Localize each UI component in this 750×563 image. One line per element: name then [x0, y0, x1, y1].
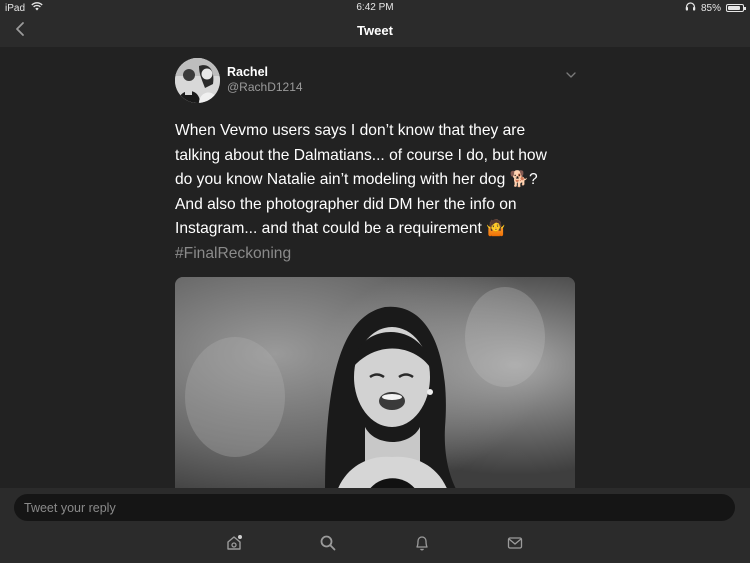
author-handle[interactable]: @RachD1214	[227, 80, 303, 94]
tweet-text: When Vevmo users says I don’t know that …	[175, 119, 575, 267]
tweet-photo[interactable]	[175, 277, 575, 488]
status-time: 6:42 PM	[356, 2, 394, 13]
avatar[interactable]	[175, 58, 220, 103]
status-right: 85%	[685, 2, 746, 14]
status-bar: iPad 6:42 PM 85%	[0, 0, 750, 16]
battery-percent: 85%	[700, 2, 721, 14]
tweet-text-line: When Vevmo users says I don’t know that …	[175, 122, 526, 139]
tweet-text-line: Instagram... and that could be a require…	[175, 220, 506, 238]
messages-icon	[506, 534, 524, 557]
tweet-detail: Rachel @RachD1214 When Vevmo users says …	[0, 47, 750, 488]
battery-fill	[728, 6, 740, 10]
tweet-options-button[interactable]	[564, 67, 578, 78]
reply-input[interactable]	[14, 494, 735, 521]
home-icon	[225, 534, 243, 557]
notifications-icon	[413, 534, 431, 557]
page-title: Tweet	[357, 23, 393, 38]
headphones-icon	[685, 2, 696, 14]
reply-bar	[0, 488, 750, 528]
tweet-text-line: And also the photographer did DM her the…	[175, 195, 517, 213]
tab-bar	[0, 528, 750, 563]
tab-notifications[interactable]	[412, 535, 432, 555]
search-icon	[319, 534, 337, 557]
author-name[interactable]: Rachel	[227, 65, 268, 79]
tab-home[interactable]	[224, 534, 244, 557]
nav-bar: Tweet	[0, 16, 750, 47]
tweet-text-line: talking about the Dalmatians... of cours…	[175, 146, 547, 164]
chevron-down-icon	[564, 67, 578, 84]
tab-search[interactable]	[318, 535, 338, 555]
hashtag-link[interactable]: #FinalReckoning	[175, 242, 575, 267]
tweet-text-line: do you know Natalie ain’t modeling with …	[175, 171, 538, 189]
battery-icon	[726, 4, 746, 12]
tab-messages[interactable]	[505, 535, 525, 555]
